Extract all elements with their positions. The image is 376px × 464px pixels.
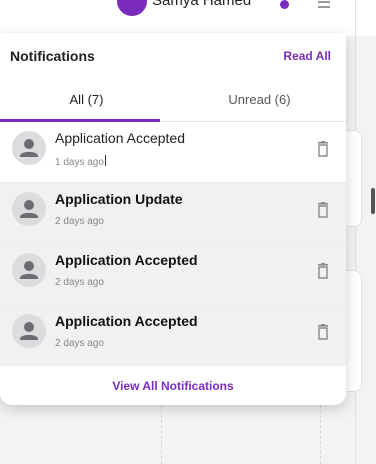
notification-time: 1 days ago <box>55 155 106 168</box>
background-dashed-line <box>320 405 321 464</box>
person-icon <box>12 253 46 287</box>
tab-unread[interactable]: Unread (6) <box>173 81 346 121</box>
notification-time: 2 days ago <box>55 277 104 288</box>
person-icon <box>12 131 46 165</box>
notification-title: Application Accepted <box>55 252 198 268</box>
menu-icon[interactable] <box>318 1 330 13</box>
notification-item[interactable]: Application Accepted 2 days ago <box>0 305 346 366</box>
notification-dot-icon[interactable] <box>280 0 289 9</box>
scrollbar[interactable] <box>371 188 375 214</box>
panel-header: Notifications Read All <box>0 33 346 81</box>
user-name[interactable]: Samya Hamed <box>152 0 251 9</box>
notification-time: 2 days ago <box>55 216 104 227</box>
trash-icon[interactable] <box>317 263 329 279</box>
notification-title: Application Update <box>55 191 183 207</box>
background-dashed-line <box>161 405 162 464</box>
trash-icon[interactable] <box>317 324 329 340</box>
page-divider <box>355 0 356 464</box>
notification-item[interactable]: Application Update 2 days ago <box>0 183 346 244</box>
panel-title: Notifications <box>10 48 95 64</box>
notification-time: 2 days ago <box>55 338 104 349</box>
trash-icon[interactable] <box>317 141 329 157</box>
notification-title: Application Accepted <box>55 130 185 146</box>
notification-title: Application Accepted <box>55 313 198 329</box>
view-all-notifications-button[interactable]: View All Notifications <box>0 369 346 405</box>
person-icon <box>12 192 46 226</box>
notification-item[interactable]: Application Accepted 1 days ago <box>0 122 346 183</box>
tab-all[interactable]: All (7) <box>0 81 173 121</box>
trash-icon[interactable] <box>317 202 329 218</box>
notification-tabs: All (7) Unread (6) <box>0 81 346 122</box>
notifications-panel: Notifications Read All All (7) Unread (6… <box>0 33 346 405</box>
notification-item[interactable]: Application Accepted 2 days ago <box>0 244 346 305</box>
read-all-button[interactable]: Read All <box>283 49 331 63</box>
person-icon <box>12 314 46 348</box>
